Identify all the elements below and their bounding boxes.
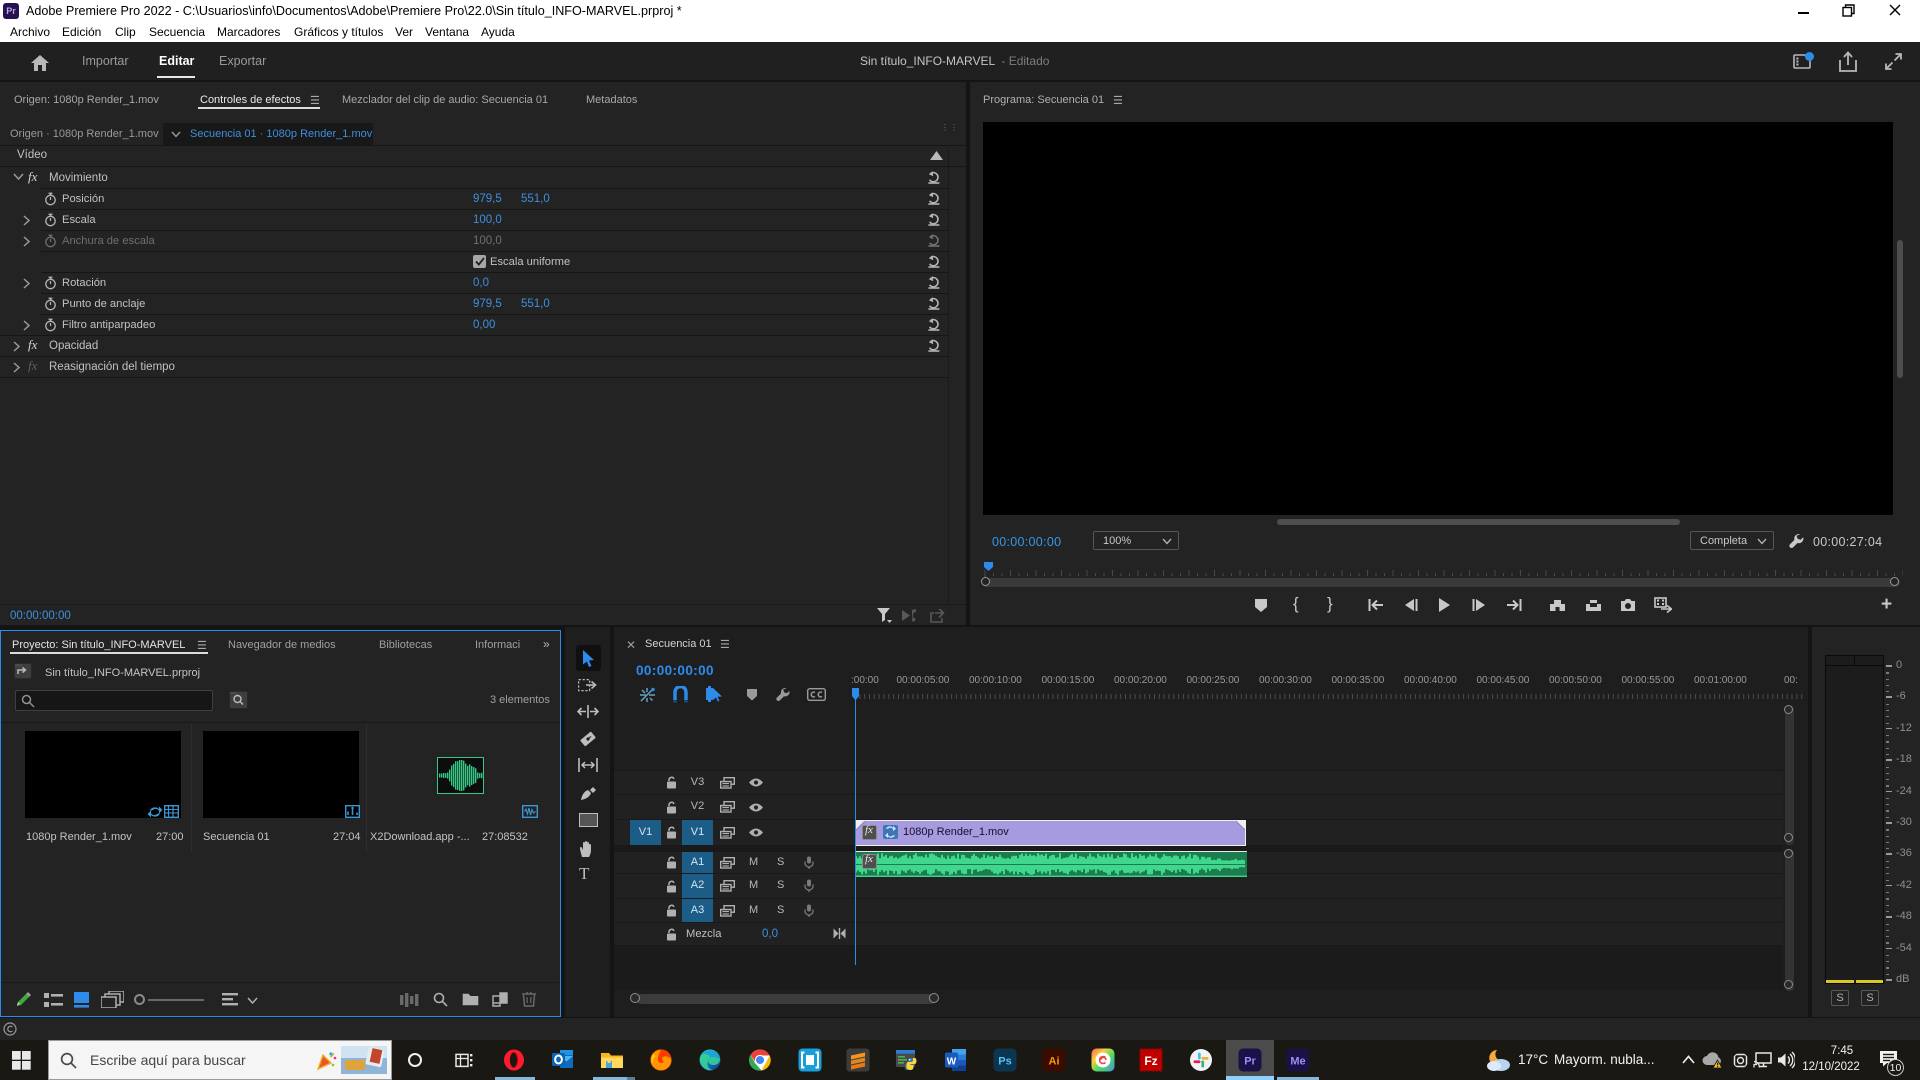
svg-text:Me: Me (1290, 1056, 1305, 1068)
svg-text:Fz: Fz (1144, 1054, 1157, 1068)
svg-text:Ps: Ps (998, 1056, 1011, 1068)
svg-text:W: W (947, 1057, 957, 1068)
svg-text:Ai: Ai (1049, 1056, 1060, 1068)
svg-text:Pr: Pr (1244, 1056, 1256, 1068)
